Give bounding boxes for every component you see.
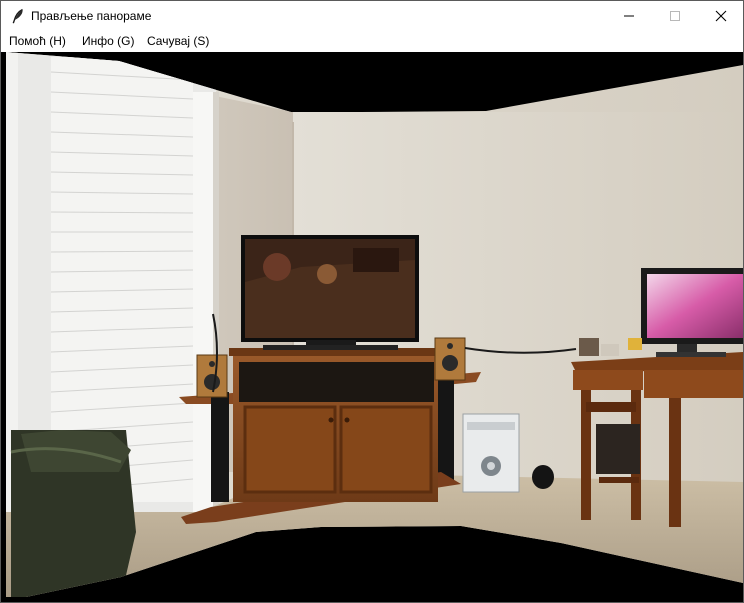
menu-help[interactable]: Помоћ (H)	[9, 34, 66, 48]
app-window: Прављење панораме Помоћ (H) Инфо (G) Сач…	[0, 0, 744, 603]
window-title: Прављење панораме	[31, 9, 152, 23]
maximize-button[interactable]	[652, 1, 698, 31]
title-bar[interactable]: Прављење панораме	[1, 1, 743, 31]
minimize-icon	[624, 15, 634, 17]
panorama-canvas	[1, 52, 743, 602]
menu-bar: Помоћ (H) Инфо (G) Сачувај (S)	[1, 31, 743, 52]
menu-save[interactable]: Сачувај (S)	[147, 34, 209, 48]
close-icon	[715, 10, 727, 22]
minimize-button[interactable]	[606, 1, 652, 31]
panorama-image	[6, 52, 743, 597]
close-button[interactable]	[698, 1, 743, 31]
menu-info[interactable]: Инфо (G)	[82, 34, 134, 48]
maximize-icon	[670, 11, 680, 21]
feather-icon	[12, 8, 23, 24]
